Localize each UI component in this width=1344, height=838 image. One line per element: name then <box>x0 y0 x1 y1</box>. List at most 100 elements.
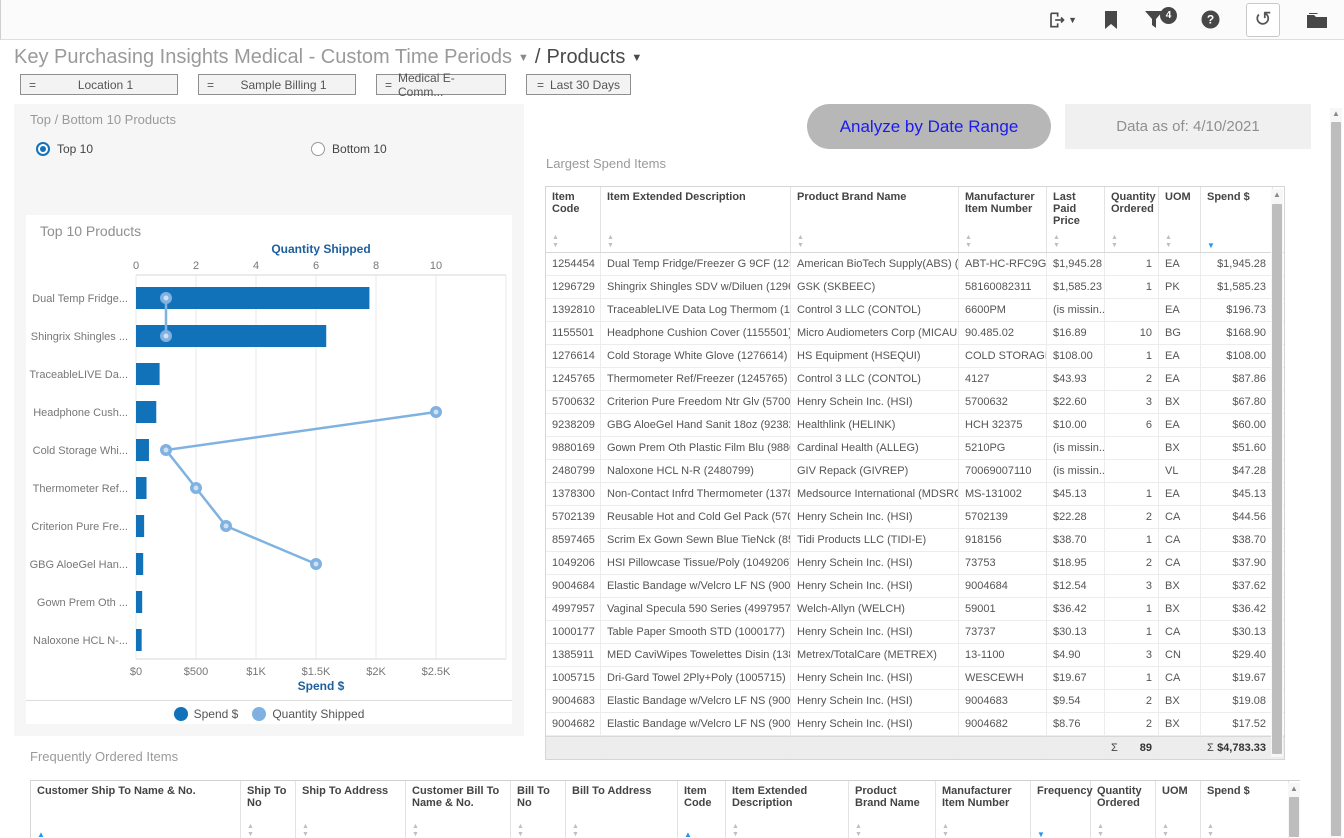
sort-icon[interactable]: ▲▼ <box>302 816 399 838</box>
column-header[interactable]: Ship To Address ▲▼ <box>296 781 406 838</box>
column-header[interactable]: UOM▲▼ <box>1156 781 1201 838</box>
top-10-products-chart[interactable]: Quantity Shipped0246810Dual Temp Fridge.… <box>26 239 512 695</box>
sort-icon[interactable]: ▲▼ <box>552 227 594 249</box>
table-header-row: Item Code▲▼Item Extended Description▲▼Pr… <box>546 187 1284 253</box>
sort-icon[interactable]: ▲▼ <box>1165 227 1194 249</box>
column-header[interactable]: Quantity Ordered▲▼ <box>1105 187 1159 252</box>
table-row[interactable]: 1000177Table Paper Smooth STD (1000177)H… <box>546 621 1284 644</box>
table-row[interactable]: 1378300Non-Contact Infrd Thermometer (13… <box>546 483 1284 506</box>
scroll-up-icon[interactable]: ▲ <box>1330 108 1342 120</box>
radio-top-10[interactable]: Top 10 <box>36 142 93 156</box>
column-header[interactable]: Bill To Address▲▼ <box>566 781 678 838</box>
table-cell: Henry Schein Inc. (HSI) <box>791 552 959 574</box>
table-row[interactable]: 5702139Reusable Hot and Cold Gel Pack (5… <box>546 506 1284 529</box>
report-title[interactable]: Key Purchasing Insights Medical - Custom… <box>14 46 512 69</box>
sort-icon[interactable]: ▲ <box>37 825 234 838</box>
page-selector-caret-icon[interactable]: ▼ <box>631 52 642 64</box>
sort-icon[interactable]: ▲▼ <box>1111 227 1152 249</box>
sort-icon[interactable]: ▲▼ <box>855 816 929 838</box>
sort-icon[interactable]: ▼ <box>1037 825 1084 838</box>
table-row[interactable]: 9004683Elastic Bandage w/Velcro LF NS (9… <box>546 690 1284 713</box>
column-header-label: Ship To Address <box>302 785 399 797</box>
table-row[interactable]: 1276614Cold Storage White Glove (1276614… <box>546 345 1284 368</box>
legend-item[interactable]: Spend $ <box>174 707 239 721</box>
filter-button[interactable]: 4 <box>1145 11 1163 28</box>
scrollbar-thumb[interactable] <box>1272 204 1282 754</box>
sort-icon[interactable]: ▲▼ <box>1053 227 1098 249</box>
report-title-caret-icon[interactable]: ▼ <box>518 52 529 64</box>
column-header[interactable]: UOM▲▼ <box>1159 187 1201 252</box>
page-selector[interactable]: Products <box>546 46 625 69</box>
sort-icon[interactable]: ▲▼ <box>572 816 671 838</box>
table-row[interactable]: 5700632Criterion Pure Freedom Ntr Glv (5… <box>546 391 1284 414</box>
table-row[interactable]: 9880169Gown Prem Oth Plastic Film Blu (9… <box>546 437 1284 460</box>
sort-icon[interactable]: ▲▼ <box>412 816 504 838</box>
table-cell: 1245765 <box>546 368 601 390</box>
column-header[interactable]: Item Code▲ <box>678 781 726 838</box>
analyze-by-date-range-button[interactable]: Analyze by Date Range <box>807 104 1051 149</box>
legend-item[interactable]: Quantity Shipped <box>252 707 364 721</box>
table-row[interactable]: 2480799Naloxone HCL N-R (2480799)GIV Rep… <box>546 460 1284 483</box>
sort-icon[interactable]: ▲▼ <box>797 227 952 249</box>
filter-chip-billing[interactable]: = Sample Billing 1 <box>198 74 356 95</box>
bookmark-button[interactable] <box>1103 11 1119 29</box>
table-row[interactable]: 9004684Elastic Bandage w/Velcro LF NS (9… <box>546 575 1284 598</box>
sort-icon[interactable]: ▲▼ <box>1207 816 1282 838</box>
table-row[interactable]: 1005715Dri-Gard Towel 2Ply+Poly (1005715… <box>546 667 1284 690</box>
svg-text:$2K: $2K <box>366 666 386 678</box>
column-header[interactable]: Ship To No▲▼ <box>241 781 296 838</box>
column-header[interactable]: Customer Ship To Name & No.▲ <box>31 781 241 838</box>
export-button[interactable]: ▼ <box>1046 10 1077 30</box>
sort-icon[interactable]: ▲▼ <box>517 816 559 838</box>
sort-icon[interactable]: ▲▼ <box>1162 816 1194 838</box>
table-row[interactable]: 9004682Elastic Bandage w/Velcro LF NS (9… <box>546 713 1284 736</box>
column-header[interactable]: Spend $▲▼ <box>1201 781 1289 838</box>
scroll-up-icon[interactable]: ▲ <box>1271 189 1283 201</box>
column-header[interactable]: Item Extended Description▲▼ <box>726 781 849 838</box>
column-header[interactable]: Manufacturer Item Number▲▼ <box>936 781 1031 838</box>
column-header[interactable]: Item Code▲▼ <box>546 187 601 252</box>
column-header[interactable]: Quantity Ordered▲▼ <box>1091 781 1156 838</box>
table-row[interactable]: 1155501Headphone Cushion Cover (1155501)… <box>546 322 1284 345</box>
column-header[interactable]: Manufacturer Item Number▲▼ <box>959 187 1047 252</box>
sort-icon[interactable]: ▲▼ <box>607 227 784 249</box>
help-button[interactable]: ? <box>1201 10 1220 29</box>
column-header[interactable]: Product Brand Name▲▼ <box>849 781 936 838</box>
column-header[interactable]: Last Paid Price▲▼ <box>1047 187 1105 252</box>
spend-table-scrollbar[interactable]: ▲ <box>1271 189 1283 757</box>
briefcase-button[interactable] <box>1306 11 1328 29</box>
radio-bottom-10[interactable]: Bottom 10 <box>311 142 387 156</box>
page-scrollbar[interactable]: ▲ <box>1330 108 1342 838</box>
table-row[interactable]: 1254454Dual Temp Fridge/Freezer G 9CF (1… <box>546 253 1284 276</box>
scrollbar-thumb[interactable] <box>1331 122 1341 836</box>
sort-icon[interactable]: ▲▼ <box>247 816 289 838</box>
table-cell: 1 <box>1105 276 1159 298</box>
sort-icon[interactable]: ▲▼ <box>965 227 1040 249</box>
table-row[interactable]: 1385911MED CaviWipes Towelettes Disin (1… <box>546 644 1284 667</box>
column-header[interactable]: Item Extended Description▲▼ <box>601 187 791 252</box>
column-header[interactable]: Bill To No▲▼ <box>511 781 566 838</box>
filter-chip-location[interactable]: = Location 1 <box>20 74 178 95</box>
sort-icon[interactable]: ▲▼ <box>942 816 1024 838</box>
column-header[interactable]: Product Brand Name▲▼ <box>791 187 959 252</box>
column-header[interactable]: Frequency▼ <box>1031 781 1091 838</box>
scrollbar-thumb[interactable] <box>1289 797 1299 837</box>
sort-icon[interactable]: ▲▼ <box>1097 816 1149 838</box>
filter-chip-medical[interactable]: = Medical E-Comm... <box>376 74 506 95</box>
column-header[interactable]: Customer Bill To Name & No.▲▼ <box>406 781 511 838</box>
sort-icon[interactable]: ▲▼ <box>732 816 842 838</box>
table-row[interactable]: 8597465Scrim Ex Gown Sewn Blue TieNck (8… <box>546 529 1284 552</box>
table-row[interactable]: 1392810TraceableLIVE Data Log Thermom (1… <box>546 299 1284 322</box>
table-row[interactable]: 1296729Shingrix Shingles SDV w/Diluen (1… <box>546 276 1284 299</box>
sort-icon[interactable]: ▼ <box>1207 236 1266 249</box>
table-row[interactable]: 9238209GBG AloeGel Hand Sanit 18oz (9238… <box>546 414 1284 437</box>
filter-chip-period[interactable]: = Last 30 Days <box>526 74 631 95</box>
refresh-button[interactable]: ↺ <box>1246 3 1280 37</box>
table-row[interactable]: 1049206HSI Pillowcase Tissue/Poly (10492… <box>546 552 1284 575</box>
sort-icon[interactable]: ▲ <box>684 825 719 838</box>
table-row[interactable]: 1245765Thermometer Ref/Freezer (1245765)… <box>546 368 1284 391</box>
freq-table-scrollbar[interactable]: ▲ <box>1288 783 1300 837</box>
table-row[interactable]: 4997957Vaginal Specula 590 Series (49979… <box>546 598 1284 621</box>
scroll-up-icon[interactable]: ▲ <box>1288 783 1300 795</box>
column-header[interactable]: Spend $▼ <box>1201 187 1273 252</box>
